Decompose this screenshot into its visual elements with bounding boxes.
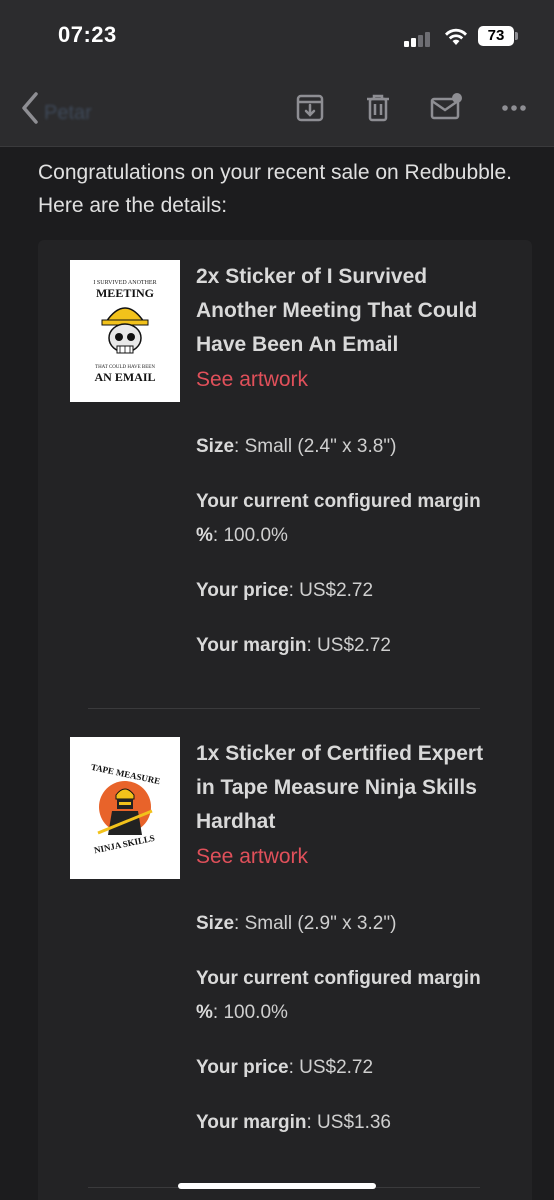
item-details: 2x Sticker of I Survived Another Meeting… <box>196 260 506 663</box>
mark-unread-icon[interactable] <box>428 90 464 126</box>
item-divider <box>88 708 480 709</box>
trash-icon[interactable] <box>360 90 396 126</box>
size-field: Size: Small (2.4" x 3.8") <box>196 436 397 457</box>
item-details: 1x Sticker of Certified Expert in Tape M… <box>196 737 506 1140</box>
archive-icon[interactable] <box>292 90 328 126</box>
margin-percent-field: Your current configured margin %: 100.0% <box>196 968 481 1023</box>
item-title: 1x Sticker of Certified Expert in Tape M… <box>196 742 484 833</box>
margin-percent-field: Your current configured margin %: 100.0% <box>196 491 481 546</box>
order-details-card: I SURVIVED ANOTHER MEETING THAT COULD HA… <box>38 240 532 1200</box>
size-field: Size: Small (2.9" x 3.2") <box>196 913 397 934</box>
see-artwork-link[interactable]: See artwork <box>196 368 506 392</box>
see-artwork-link[interactable]: See artwork <box>196 845 506 869</box>
intro-text: Congratulations on your recent sale on R… <box>38 161 512 217</box>
margin-field: Your margin: US$2.72 <box>196 635 391 656</box>
price-field: Your price: US$2.72 <box>196 580 374 601</box>
item-title: 2x Sticker of I Survived Another Meeting… <box>196 265 478 356</box>
wifi-icon <box>445 28 467 45</box>
status-bar: 07:23 73 <box>0 0 554 72</box>
sender-name: Petar <box>44 102 92 124</box>
mail-header: 07:23 73 Petar <box>0 0 554 147</box>
svg-text:AN EMAIL: AN EMAIL <box>94 370 155 384</box>
battery-icon: 73 <box>478 26 518 46</box>
more-icon[interactable] <box>496 90 532 126</box>
price-field: Your price: US$2.72 <box>196 1057 374 1078</box>
home-indicator[interactable] <box>178 1183 376 1189</box>
status-time: 07:23 <box>58 22 117 47</box>
svg-text:MEETING: MEETING <box>96 286 154 300</box>
artwork-thumbnail[interactable]: I SURVIVED ANOTHER MEETING THAT COULD HA… <box>70 260 180 402</box>
margin-field: Your margin: US$1.36 <box>196 1112 391 1133</box>
artwork-thumbnail[interactable]: TAPE MEASURE NINJA SKILLS <box>70 737 180 879</box>
cellular-signal-icon <box>404 31 434 47</box>
